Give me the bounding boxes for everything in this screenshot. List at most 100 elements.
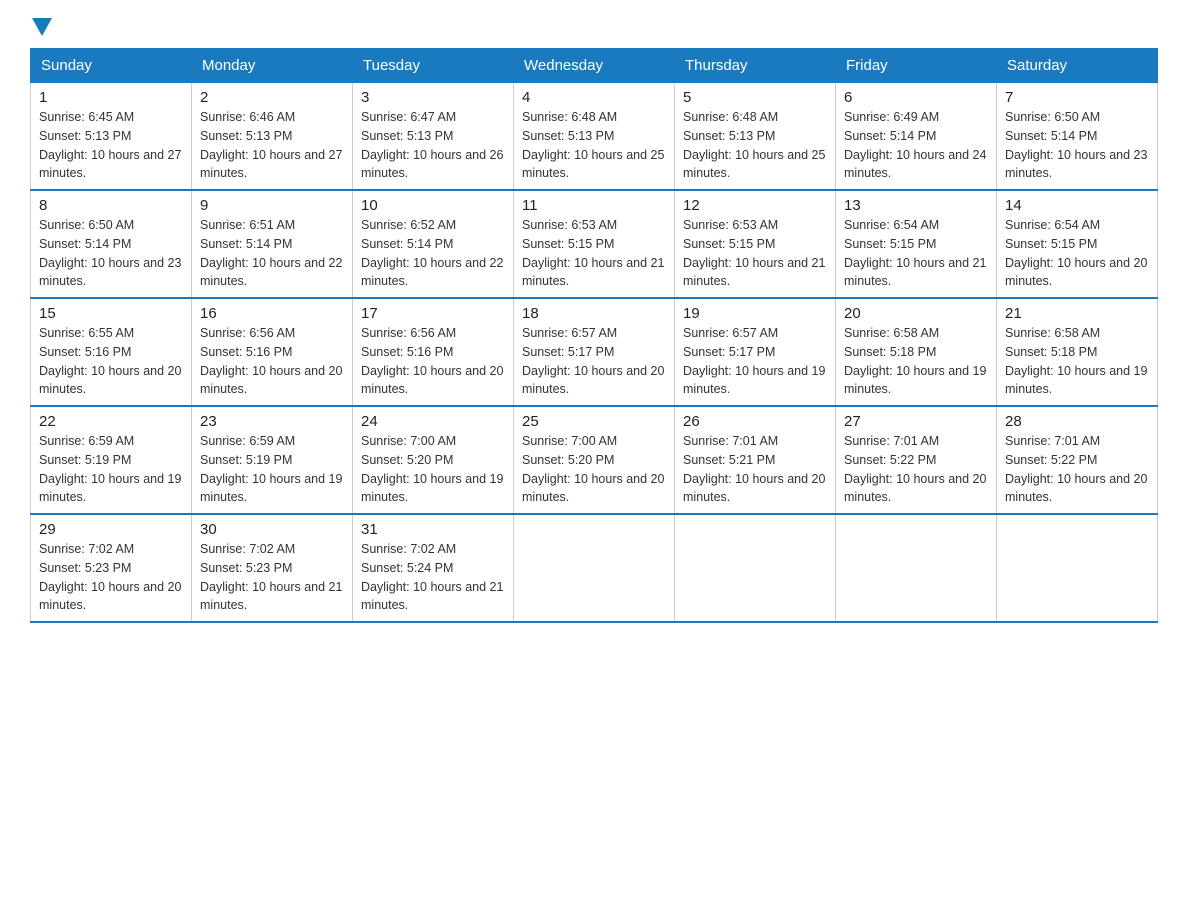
day-info: Sunrise: 6:52 AMSunset: 5:14 PMDaylight:… — [361, 218, 503, 288]
day-info: Sunrise: 6:59 AMSunset: 5:19 PMDaylight:… — [39, 434, 181, 504]
calendar-cell: 7 Sunrise: 6:50 AMSunset: 5:14 PMDayligh… — [997, 83, 1158, 191]
day-number: 18 — [522, 305, 666, 322]
day-info: Sunrise: 7:01 AMSunset: 5:22 PMDaylight:… — [844, 434, 986, 504]
calendar-cell — [997, 514, 1158, 622]
calendar-cell: 29 Sunrise: 7:02 AMSunset: 5:23 PMDaylig… — [31, 514, 192, 622]
day-number: 29 — [39, 521, 183, 538]
calendar-cell: 23 Sunrise: 6:59 AMSunset: 5:19 PMDaylig… — [192, 406, 353, 514]
logo-triangle-icon — [32, 18, 52, 36]
calendar-week-row: 22 Sunrise: 6:59 AMSunset: 5:19 PMDaylig… — [31, 406, 1158, 514]
day-info: Sunrise: 7:00 AMSunset: 5:20 PMDaylight:… — [522, 434, 664, 504]
day-number: 23 — [200, 413, 344, 430]
calendar-cell: 4 Sunrise: 6:48 AMSunset: 5:13 PMDayligh… — [514, 83, 675, 191]
calendar-cell: 26 Sunrise: 7:01 AMSunset: 5:21 PMDaylig… — [675, 406, 836, 514]
day-number: 6 — [844, 89, 988, 106]
calendar-week-row: 15 Sunrise: 6:55 AMSunset: 5:16 PMDaylig… — [31, 298, 1158, 406]
day-info: Sunrise: 7:02 AMSunset: 5:23 PMDaylight:… — [39, 542, 181, 612]
day-number: 4 — [522, 89, 666, 106]
day-number: 3 — [361, 89, 505, 106]
day-number: 21 — [1005, 305, 1149, 322]
day-info: Sunrise: 6:53 AMSunset: 5:15 PMDaylight:… — [683, 218, 825, 288]
day-number: 10 — [361, 197, 505, 214]
day-number: 16 — [200, 305, 344, 322]
day-info: Sunrise: 6:55 AMSunset: 5:16 PMDaylight:… — [39, 326, 181, 396]
day-number: 2 — [200, 89, 344, 106]
calendar-week-row: 8 Sunrise: 6:50 AMSunset: 5:14 PMDayligh… — [31, 190, 1158, 298]
calendar-cell: 10 Sunrise: 6:52 AMSunset: 5:14 PMDaylig… — [353, 190, 514, 298]
day-info: Sunrise: 6:48 AMSunset: 5:13 PMDaylight:… — [683, 110, 825, 180]
day-number: 20 — [844, 305, 988, 322]
day-info: Sunrise: 7:02 AMSunset: 5:24 PMDaylight:… — [361, 542, 503, 612]
day-info: Sunrise: 6:48 AMSunset: 5:13 PMDaylight:… — [522, 110, 664, 180]
calendar-cell: 3 Sunrise: 6:47 AMSunset: 5:13 PMDayligh… — [353, 83, 514, 191]
day-info: Sunrise: 7:02 AMSunset: 5:23 PMDaylight:… — [200, 542, 342, 612]
weekday-header-thursday: Thursday — [675, 49, 836, 83]
day-info: Sunrise: 6:56 AMSunset: 5:16 PMDaylight:… — [200, 326, 342, 396]
calendar-cell: 31 Sunrise: 7:02 AMSunset: 5:24 PMDaylig… — [353, 514, 514, 622]
day-info: Sunrise: 7:01 AMSunset: 5:21 PMDaylight:… — [683, 434, 825, 504]
day-number: 27 — [844, 413, 988, 430]
day-info: Sunrise: 7:01 AMSunset: 5:22 PMDaylight:… — [1005, 434, 1147, 504]
day-number: 9 — [200, 197, 344, 214]
calendar-cell: 16 Sunrise: 6:56 AMSunset: 5:16 PMDaylig… — [192, 298, 353, 406]
day-info: Sunrise: 6:45 AMSunset: 5:13 PMDaylight:… — [39, 110, 181, 180]
day-number: 30 — [200, 521, 344, 538]
day-info: Sunrise: 6:57 AMSunset: 5:17 PMDaylight:… — [522, 326, 664, 396]
calendar-week-row: 1 Sunrise: 6:45 AMSunset: 5:13 PMDayligh… — [31, 83, 1158, 191]
calendar-cell: 24 Sunrise: 7:00 AMSunset: 5:20 PMDaylig… — [353, 406, 514, 514]
calendar-cell: 27 Sunrise: 7:01 AMSunset: 5:22 PMDaylig… — [836, 406, 997, 514]
calendar-cell: 15 Sunrise: 6:55 AMSunset: 5:16 PMDaylig… — [31, 298, 192, 406]
day-number: 17 — [361, 305, 505, 322]
day-number: 25 — [522, 413, 666, 430]
day-number: 14 — [1005, 197, 1149, 214]
logo — [30, 20, 52, 38]
calendar-table: SundayMondayTuesdayWednesdayThursdayFrid… — [30, 48, 1158, 623]
calendar-cell — [514, 514, 675, 622]
calendar-cell: 8 Sunrise: 6:50 AMSunset: 5:14 PMDayligh… — [31, 190, 192, 298]
calendar-cell: 17 Sunrise: 6:56 AMSunset: 5:16 PMDaylig… — [353, 298, 514, 406]
day-info: Sunrise: 6:51 AMSunset: 5:14 PMDaylight:… — [200, 218, 342, 288]
day-number: 31 — [361, 521, 505, 538]
day-info: Sunrise: 6:57 AMSunset: 5:17 PMDaylight:… — [683, 326, 825, 396]
calendar-cell: 28 Sunrise: 7:01 AMSunset: 5:22 PMDaylig… — [997, 406, 1158, 514]
day-info: Sunrise: 6:46 AMSunset: 5:13 PMDaylight:… — [200, 110, 342, 180]
calendar-cell: 14 Sunrise: 6:54 AMSunset: 5:15 PMDaylig… — [997, 190, 1158, 298]
weekday-header-monday: Monday — [192, 49, 353, 83]
day-info: Sunrise: 6:49 AMSunset: 5:14 PMDaylight:… — [844, 110, 986, 180]
day-number: 28 — [1005, 413, 1149, 430]
day-number: 11 — [522, 197, 666, 214]
calendar-cell: 5 Sunrise: 6:48 AMSunset: 5:13 PMDayligh… — [675, 83, 836, 191]
day-number: 24 — [361, 413, 505, 430]
day-info: Sunrise: 6:50 AMSunset: 5:14 PMDaylight:… — [1005, 110, 1147, 180]
day-info: Sunrise: 6:59 AMSunset: 5:19 PMDaylight:… — [200, 434, 342, 504]
calendar-cell: 12 Sunrise: 6:53 AMSunset: 5:15 PMDaylig… — [675, 190, 836, 298]
weekday-header-friday: Friday — [836, 49, 997, 83]
page-header — [30, 20, 1158, 38]
day-info: Sunrise: 6:54 AMSunset: 5:15 PMDaylight:… — [844, 218, 986, 288]
calendar-cell: 1 Sunrise: 6:45 AMSunset: 5:13 PMDayligh… — [31, 83, 192, 191]
day-info: Sunrise: 6:54 AMSunset: 5:15 PMDaylight:… — [1005, 218, 1147, 288]
day-info: Sunrise: 6:56 AMSunset: 5:16 PMDaylight:… — [361, 326, 503, 396]
weekday-header-row: SundayMondayTuesdayWednesdayThursdayFrid… — [31, 49, 1158, 83]
day-number: 12 — [683, 197, 827, 214]
calendar-cell: 2 Sunrise: 6:46 AMSunset: 5:13 PMDayligh… — [192, 83, 353, 191]
logo-blue-text — [30, 20, 52, 38]
calendar-week-row: 29 Sunrise: 7:02 AMSunset: 5:23 PMDaylig… — [31, 514, 1158, 622]
day-info: Sunrise: 6:53 AMSunset: 5:15 PMDaylight:… — [522, 218, 664, 288]
day-number: 8 — [39, 197, 183, 214]
day-info: Sunrise: 6:50 AMSunset: 5:14 PMDaylight:… — [39, 218, 181, 288]
calendar-cell: 11 Sunrise: 6:53 AMSunset: 5:15 PMDaylig… — [514, 190, 675, 298]
day-number: 5 — [683, 89, 827, 106]
calendar-cell: 21 Sunrise: 6:58 AMSunset: 5:18 PMDaylig… — [997, 298, 1158, 406]
day-info: Sunrise: 6:58 AMSunset: 5:18 PMDaylight:… — [1005, 326, 1147, 396]
day-number: 22 — [39, 413, 183, 430]
calendar-cell: 25 Sunrise: 7:00 AMSunset: 5:20 PMDaylig… — [514, 406, 675, 514]
calendar-cell: 9 Sunrise: 6:51 AMSunset: 5:14 PMDayligh… — [192, 190, 353, 298]
weekday-header-sunday: Sunday — [31, 49, 192, 83]
day-info: Sunrise: 6:47 AMSunset: 5:13 PMDaylight:… — [361, 110, 503, 180]
day-number: 15 — [39, 305, 183, 322]
calendar-cell: 6 Sunrise: 6:49 AMSunset: 5:14 PMDayligh… — [836, 83, 997, 191]
day-number: 7 — [1005, 89, 1149, 106]
calendar-cell: 19 Sunrise: 6:57 AMSunset: 5:17 PMDaylig… — [675, 298, 836, 406]
calendar-cell — [836, 514, 997, 622]
